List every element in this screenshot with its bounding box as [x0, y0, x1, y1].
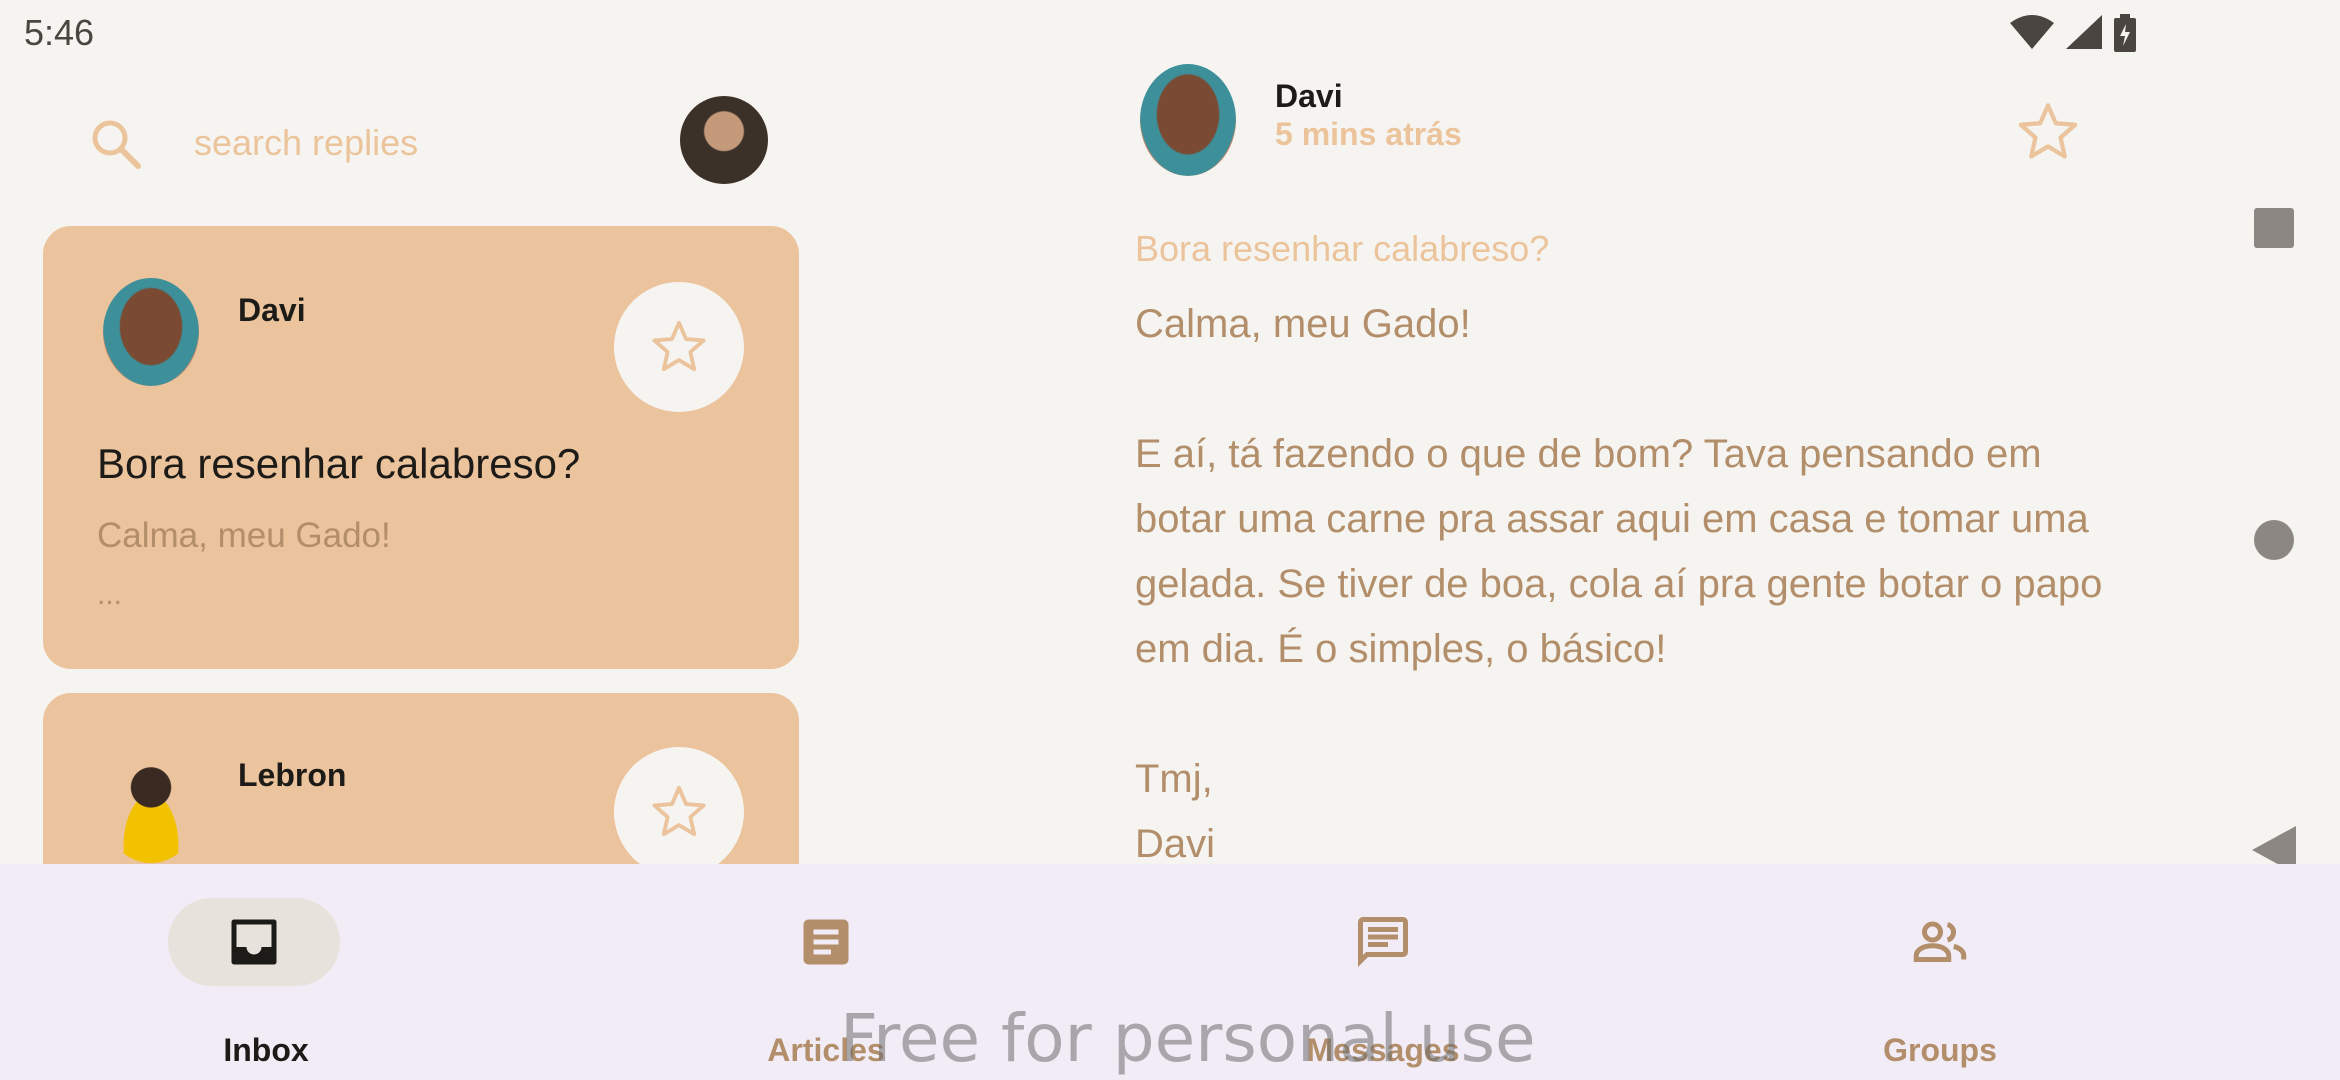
cell-signal-icon: [2066, 15, 2102, 49]
groups-icon: [1913, 921, 1967, 962]
nav-item-inbox[interactable]: Inbox: [168, 898, 368, 1068]
detail-sender-name: Davi: [1275, 78, 1343, 114]
profile-avatar[interactable]: [680, 96, 768, 184]
chat-icon: [1358, 917, 1408, 967]
star-button[interactable]: [614, 282, 744, 412]
email-ellipsis: ...: [97, 578, 123, 611]
home-button[interactable]: [2254, 520, 2294, 560]
watermark: Free for personal use: [840, 1000, 1536, 1077]
nav-item-groups[interactable]: Groups: [1840, 898, 2040, 1068]
nav-label: Groups: [1883, 1032, 1997, 1068]
star-outline-icon: [652, 785, 706, 837]
detail-sender-avatar: [1140, 64, 1236, 176]
status-icons: [2010, 14, 2136, 52]
status-bar: 5:46: [0, 0, 2340, 66]
article-icon: [803, 919, 849, 965]
sender-name: Lebron: [238, 757, 347, 793]
sender-name: Davi: [238, 292, 306, 328]
sender-avatar: [103, 278, 199, 386]
star-outline-icon: [652, 320, 706, 372]
detail-body: Calma, meu Gado! E aí, tá fazendo o que …: [1135, 292, 2135, 877]
detail-paragraph: E aí, tá fazendo o que de bom? Tava pens…: [1135, 432, 2103, 671]
recents-button[interactable]: [2254, 208, 2294, 248]
search-icon[interactable]: [86, 114, 146, 174]
detail-greeting: Calma, meu Gado!: [1135, 302, 1471, 346]
inbox-icon: [231, 919, 277, 965]
status-time: 5:46: [24, 12, 95, 53]
detail-signoff: Tmj,: [1135, 757, 1213, 801]
nav-label: Inbox: [223, 1032, 309, 1068]
search-input[interactable]: [194, 118, 644, 168]
search-bar: [86, 96, 776, 188]
battery-charging-icon: [2114, 14, 2136, 52]
detail-timestamp: 5 mins atrás: [1275, 116, 1462, 152]
email-preview: Calma, meu Gado!: [97, 516, 391, 555]
email-card[interactable]: Davi Bora resenhar calabreso? Calma, meu…: [43, 226, 799, 669]
star-button[interactable]: [614, 747, 744, 877]
detail-subject: Bora resenhar calabreso?: [1135, 228, 1550, 269]
email-subject: Bora resenhar calabreso?: [97, 440, 581, 487]
star-outline-icon[interactable]: [2016, 100, 2080, 164]
wifi-icon: [2010, 15, 2054, 49]
sender-avatar: [103, 755, 199, 863]
